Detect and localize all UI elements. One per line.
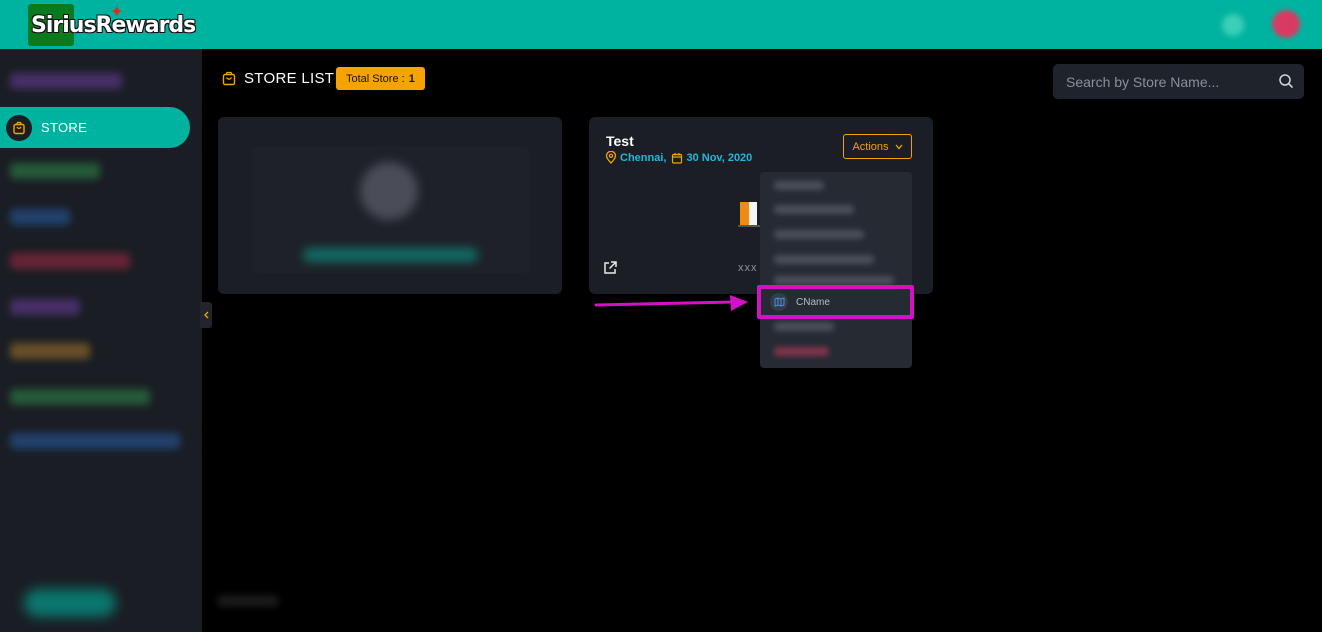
menu-item-blurred[interactable] <box>774 230 864 239</box>
brand-logo[interactable]: SiriusRewards ✦ <box>28 4 196 46</box>
sidebar-item-blurred[interactable] <box>10 209 70 225</box>
sidebar-bottom-button[interactable] <box>24 589 116 617</box>
actions-dropdown-button[interactable]: Actions <box>843 134 912 159</box>
search-icon[interactable] <box>1278 73 1294 89</box>
sidebar: STORE <box>0 49 202 632</box>
menu-item-blurred[interactable] <box>774 205 854 214</box>
sidebar-item-blurred[interactable] <box>10 433 180 449</box>
store-logo-image <box>738 202 760 227</box>
sidebar-item-blurred[interactable] <box>10 73 122 89</box>
chevron-down-icon <box>895 144 903 149</box>
notification-icon[interactable] <box>1222 14 1244 36</box>
search-box <box>1053 64 1304 99</box>
store-name: Test <box>606 133 634 149</box>
page-title-text: STORE LIST <box>244 70 335 87</box>
menu-item-blurred[interactable] <box>774 322 834 331</box>
menu-item-blurred[interactable] <box>774 347 829 356</box>
shopping-bag-icon <box>6 114 32 141</box>
annotation-arrow-icon <box>594 295 748 311</box>
chevron-left-icon <box>204 311 209 319</box>
add-store-image <box>360 162 418 220</box>
actions-label: Actions <box>852 140 889 153</box>
sidebar-item-blurred[interactable] <box>10 299 80 315</box>
user-avatar[interactable] <box>1272 10 1300 38</box>
menu-item-blurred[interactable] <box>774 181 824 190</box>
badge-count: 1 <box>408 72 415 85</box>
menu-item-blurred[interactable] <box>774 276 894 285</box>
sidebar-item-blurred[interactable] <box>10 253 130 269</box>
top-bar: SiriusRewards ✦ <box>0 0 1322 49</box>
total-store-badge: Total Store : 1 <box>336 67 425 90</box>
sidebar-item-blurred[interactable] <box>10 343 90 359</box>
sidebar-item-store[interactable]: STORE <box>0 107 190 148</box>
highlight-box <box>757 285 914 319</box>
location-pin-icon <box>605 151 617 164</box>
footer-text <box>218 596 278 606</box>
store-date: 30 Nov, 2020 <box>686 151 753 164</box>
menu-item-blurred[interactable] <box>774 255 874 264</box>
calendar-icon <box>672 152 683 164</box>
actions-menu: CName <box>760 172 912 368</box>
sidebar-item-blurred[interactable] <box>10 163 100 179</box>
logo-star-icon: ✦ <box>110 4 124 21</box>
search-input[interactable] <box>1053 64 1263 99</box>
sidebar-collapse-toggle[interactable] <box>200 302 212 328</box>
add-store-link[interactable] <box>303 248 478 262</box>
sidebar-item-blurred[interactable] <box>10 389 150 405</box>
store-location: Chennai, <box>620 151 667 164</box>
store-meta: Chennai, 30 Nov, 2020 <box>605 151 752 164</box>
page-title: STORE LIST <box>222 70 334 87</box>
sidebar-item-label: STORE <box>41 120 88 135</box>
add-store-card[interactable] <box>218 117 562 294</box>
external-link-icon[interactable] <box>602 260 618 276</box>
shopping-bag-icon <box>222 71 236 86</box>
badge-label: Total Store : <box>346 72 405 85</box>
store-code: xxx <box>738 262 758 274</box>
